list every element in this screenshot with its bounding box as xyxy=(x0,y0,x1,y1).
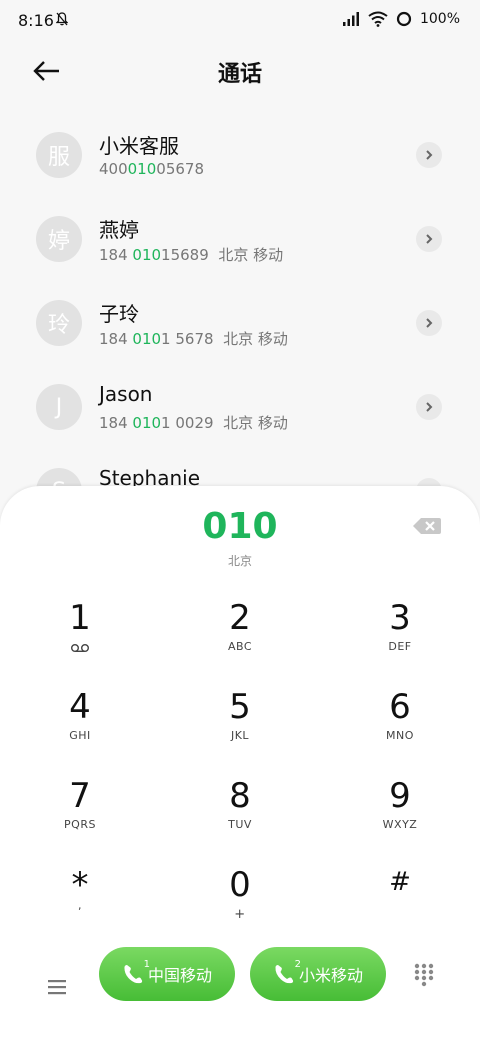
details-button[interactable] xyxy=(416,394,442,420)
key-7[interactable]: 7 PQRS xyxy=(10,776,150,856)
avatar: 玲 xyxy=(36,300,82,346)
key-digit: 1 xyxy=(69,598,91,638)
key-hash[interactable]: # xyxy=(330,865,470,945)
keypad-toggle-button[interactable] xyxy=(413,963,435,987)
key-1[interactable]: 1 xyxy=(10,598,150,678)
battery-ring-icon xyxy=(396,11,412,27)
avatar: 服 xyxy=(36,132,82,178)
backspace-icon xyxy=(413,518,441,534)
key-3[interactable]: 3 DEF xyxy=(330,598,470,678)
status-time: 8:16 xyxy=(18,11,54,30)
phone-icon: 2 xyxy=(273,959,301,985)
key-9[interactable]: 9 WXYZ xyxy=(330,776,470,856)
key-5[interactable]: 5 JKL xyxy=(170,687,310,767)
key-4[interactable]: 4 GHI xyxy=(10,687,150,767)
key-letters: + xyxy=(234,907,246,922)
key-letters: GHI xyxy=(69,729,91,742)
keypad-icon xyxy=(414,963,434,987)
contact-name: 小米客服 xyxy=(99,134,179,158)
details-button[interactable] xyxy=(416,226,442,252)
signal-icon xyxy=(342,12,359,26)
key-6[interactable]: 6 MNO xyxy=(330,687,470,767)
header: 通话 xyxy=(0,50,480,92)
backspace-button[interactable] xyxy=(412,516,442,536)
sim-label: 小米移动 xyxy=(298,966,363,985)
contact-row[interactable]: J Jason 184 0101 0029 北京 移动 xyxy=(0,364,480,448)
key-8[interactable]: 8 TUV xyxy=(170,776,310,856)
bell-off-icon xyxy=(56,12,68,26)
key-letters: PQRS xyxy=(64,818,96,831)
chevron-right-icon xyxy=(426,402,433,412)
contact-name: Jason xyxy=(99,382,153,406)
key-digit: 5 xyxy=(229,687,251,727)
contact-number: 184 01015689 北京 移动 xyxy=(99,246,284,264)
call-sim2-button[interactable]: 2 小米移动 xyxy=(250,947,386,1001)
sim-index: 2 xyxy=(294,959,301,970)
key-digit: 2 xyxy=(229,598,251,638)
contact-row[interactable]: 玲 子玲 184 0101 5678 北京 移动 xyxy=(0,280,480,364)
battery-level: 100% xyxy=(419,11,460,27)
key-digit: # xyxy=(389,867,411,897)
sim-index: 1 xyxy=(143,959,150,970)
chevron-right-icon xyxy=(426,234,433,244)
key-digit: 8 xyxy=(229,776,251,816)
call-sim1-button[interactable]: 1 中国移动 xyxy=(99,947,235,1001)
key-digit: 9 xyxy=(389,776,411,816)
sim-label: 中国移动 xyxy=(147,966,212,985)
voicemail-icon xyxy=(71,644,89,653)
key-digit: 7 xyxy=(69,776,91,816)
contact-number: 40001005678 xyxy=(99,160,204,178)
key-digit: 6 xyxy=(389,687,411,727)
key-letters: TUV xyxy=(228,818,252,831)
key-digit: 3 xyxy=(389,598,411,638)
key-letters: DEF xyxy=(388,640,412,653)
key-letters: JKL xyxy=(230,729,250,742)
key-0[interactable]: 0 + xyxy=(170,865,310,945)
contact-row[interactable]: 婷 燕婷 184 01015689 北京 移动 xyxy=(0,196,480,280)
wifi-icon xyxy=(368,11,388,27)
contact-number: 184 0101 0029 北京 移动 xyxy=(99,414,288,432)
key-letters: MNO xyxy=(386,729,414,742)
key-letters: , xyxy=(78,899,82,912)
details-button[interactable] xyxy=(416,142,442,168)
key-star[interactable]: * , xyxy=(10,865,150,945)
key-letters: WXYZ xyxy=(382,818,418,831)
page-title: 通话 xyxy=(217,62,262,87)
chevron-right-icon xyxy=(426,318,433,328)
menu-icon xyxy=(48,980,66,995)
key-letters: ABC xyxy=(227,640,253,653)
contact-name: 燕婷 xyxy=(99,218,139,242)
key-2[interactable]: 2 ABC xyxy=(170,598,310,678)
avatar: J xyxy=(36,384,82,430)
key-digit: 0 xyxy=(229,865,251,905)
details-button[interactable] xyxy=(416,310,442,336)
menu-button[interactable] xyxy=(46,978,68,996)
status-bar: 8:16 100% xyxy=(0,0,480,42)
contact-row[interactable]: 服 小米客服 40001005678 xyxy=(0,112,480,196)
dialed-location: 北京 xyxy=(227,554,252,568)
phone-icon: 1 xyxy=(122,959,150,985)
chevron-right-icon xyxy=(426,150,433,160)
dialed-number[interactable]: 010 xyxy=(0,506,480,547)
avatar: 婷 xyxy=(36,216,82,262)
key-digit: 4 xyxy=(69,687,91,727)
contact-number: 184 0101 5678 北京 移动 xyxy=(99,330,288,348)
contact-name: 子玲 xyxy=(99,302,139,326)
